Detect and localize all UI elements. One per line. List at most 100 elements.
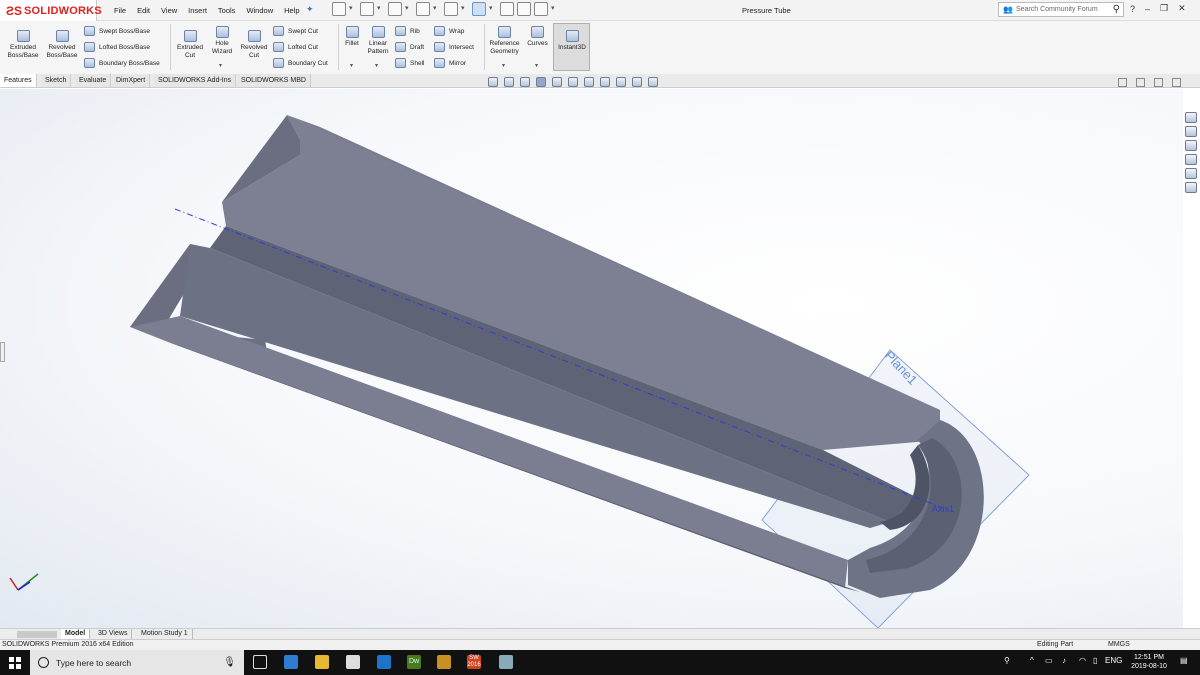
select-pointer-icon[interactable] — [472, 2, 486, 16]
view-palette-icon[interactable] — [1185, 154, 1197, 165]
solidworks-taskbar-icon[interactable]: SW 2016 — [467, 655, 481, 669]
tab-sketch[interactable]: Sketch — [41, 74, 72, 87]
select-dropdown-icon[interactable]: ▾ — [489, 2, 495, 16]
fillet-button[interactable]: Fillet — [341, 26, 363, 48]
boundary-boss-button[interactable]: Boundary Boss/Base — [84, 57, 160, 69]
curves-dropdown-icon[interactable]: ▾ — [535, 62, 538, 69]
boundary-cut-button[interactable]: Boundary Cut — [273, 57, 328, 69]
rebuild-icon[interactable] — [500, 2, 514, 16]
task-view-icon[interactable] — [253, 655, 267, 669]
viewport-close-icon[interactable] — [1172, 78, 1181, 87]
design-library-icon[interactable] — [1185, 126, 1197, 137]
tab-addins[interactable]: SOLIDWORKS Add-Ins — [154, 74, 237, 87]
solidworks-logo[interactable]: ƧS SOLIDWORKS — [0, 0, 102, 21]
mail-icon[interactable] — [346, 655, 360, 669]
menu-window[interactable]: Window — [246, 6, 273, 15]
shell-button[interactable]: Shell — [395, 57, 424, 69]
menu-help[interactable]: Help — [284, 6, 299, 15]
viewport-minimize-icon[interactable] — [1136, 78, 1145, 87]
tab-scroll-arrows[interactable] — [17, 631, 57, 638]
file-explorer-taskbar-icon[interactable] — [315, 655, 329, 669]
taskbar-search-input[interactable]: Type here to search — [56, 658, 223, 668]
save-icon[interactable] — [388, 2, 402, 16]
restore-icon[interactable]: ❐ — [1160, 3, 1168, 14]
zoom-to-fit-icon[interactable] — [488, 77, 498, 87]
linear-pattern-button[interactable]: Linear Pattern — [363, 26, 393, 56]
file-properties-icon[interactable] — [517, 2, 531, 16]
chevron-up-icon[interactable]: ^ — [1030, 656, 1034, 665]
battery-icon[interactable]: ▯ — [1093, 656, 1097, 665]
people-icon[interactable]: ⚲ — [1004, 656, 1010, 665]
dreamweaver-icon[interactable]: Dw — [407, 655, 421, 669]
hole-wizard-button[interactable]: Hole Wizard — [207, 26, 237, 56]
viewport-split-icon[interactable] — [1118, 78, 1127, 87]
apply-scene-icon[interactable] — [632, 77, 642, 87]
solidworks-resources-icon[interactable] — [1185, 112, 1197, 123]
curves-button[interactable]: Curves — [525, 26, 550, 48]
wifi-icon[interactable]: ◠ — [1079, 656, 1086, 665]
options-gear-icon[interactable] — [534, 2, 548, 16]
draw-app-icon[interactable] — [437, 655, 451, 669]
extruded-cut-button[interactable]: Extruded Cut — [173, 30, 207, 60]
tab-features[interactable]: Features — [0, 74, 37, 87]
swept-boss-button[interactable]: Swept Boss/Base — [84, 25, 150, 37]
edit-appearance-icon[interactable] — [616, 77, 626, 87]
search-input[interactable]: Search Community Forum — [1016, 6, 1113, 13]
menu-edit[interactable]: Edit — [137, 6, 150, 15]
wrap-button[interactable]: Wrap — [434, 25, 464, 37]
close-icon[interactable]: ✕ — [1178, 3, 1186, 14]
revolved-boss-button[interactable]: Revolved Boss/Base — [43, 30, 81, 60]
revolved-cut-button[interactable]: Revolved Cut — [237, 30, 271, 60]
tab-dimxpert[interactable]: DimXpert — [112, 74, 151, 87]
new-dropdown-icon[interactable]: ▾ — [349, 2, 355, 16]
view-orientation-icon[interactable] — [568, 77, 578, 87]
hide-show-items-icon[interactable] — [600, 77, 610, 87]
tab-model[interactable]: Model — [61, 629, 91, 639]
store-icon[interactable] — [284, 655, 298, 669]
menu-file[interactable]: File — [114, 6, 126, 15]
extruded-boss-button[interactable]: Extruded Boss/Base — [4, 30, 42, 60]
tab-mbd[interactable]: SOLIDWORKS MBD — [237, 74, 311, 87]
search-icon[interactable]: ⚲ — [1113, 4, 1120, 15]
display-style-icon[interactable] — [584, 77, 594, 87]
viewport-restore-icon[interactable] — [1154, 78, 1163, 87]
language-indicator[interactable]: ENG — [1105, 656, 1122, 665]
pattern-dropdown-icon[interactable]: ▾ — [375, 62, 378, 69]
lofted-cut-button[interactable]: Lofted Cut — [273, 41, 318, 53]
notifications-icon[interactable]: ▤ — [1180, 656, 1188, 665]
hole-wizard-dropdown-icon[interactable]: ▾ — [219, 62, 222, 69]
print-dropdown-icon[interactable]: ▾ — [433, 2, 439, 16]
edge-icon[interactable] — [377, 655, 391, 669]
undo-dropdown-icon[interactable]: ▾ — [461, 2, 467, 16]
community-search[interactable]: 👥 Search Community Forum ⚲ — [998, 2, 1124, 17]
mirror-button[interactable]: Mirror — [434, 57, 466, 69]
lofted-boss-button[interactable]: Lofted Boss/Base — [84, 41, 150, 53]
view-settings-icon[interactable] — [648, 77, 658, 87]
minimize-icon[interactable]: – — [1145, 4, 1150, 14]
new-document-icon[interactable] — [332, 2, 346, 16]
appearances-icon[interactable] — [1185, 168, 1197, 179]
undo-icon[interactable] — [444, 2, 458, 16]
feature-tree-toggle[interactable] — [0, 342, 5, 362]
menu-insert[interactable]: Insert — [188, 6, 207, 15]
tab-motion-study[interactable]: Motion Study 1 — [137, 629, 193, 639]
pin-menu-icon[interactable]: ✦ — [306, 4, 314, 15]
draft-button[interactable]: Draft — [395, 41, 424, 53]
instant3d-button[interactable]: Instant3D — [553, 23, 590, 71]
units-selector[interactable]: MMGS — [1108, 640, 1130, 650]
rib-button[interactable]: Rib — [395, 25, 420, 37]
windows-start-icon[interactable] — [9, 657, 21, 669]
options-dropdown-icon[interactable]: ▾ — [551, 2, 557, 16]
file-explorer-icon[interactable] — [1185, 140, 1197, 151]
tab-evaluate[interactable]: Evaluate — [75, 74, 112, 87]
reference-geometry-button[interactable]: Reference Geometry — [486, 26, 523, 56]
microphone-icon[interactable]: 🎙 — [223, 657, 236, 668]
section-view-icon[interactable] — [536, 77, 546, 87]
volume-icon[interactable]: ♪ — [1062, 656, 1066, 665]
reference-geometry-dropdown-icon[interactable]: ▾ — [502, 62, 505, 69]
print-icon[interactable] — [416, 2, 430, 16]
taskbar-search[interactable]: Type here to search 🎙 — [30, 650, 244, 675]
app-icon[interactable] — [499, 655, 513, 669]
menu-tools[interactable]: Tools — [218, 6, 236, 15]
zoom-to-area-icon[interactable] — [504, 77, 514, 87]
